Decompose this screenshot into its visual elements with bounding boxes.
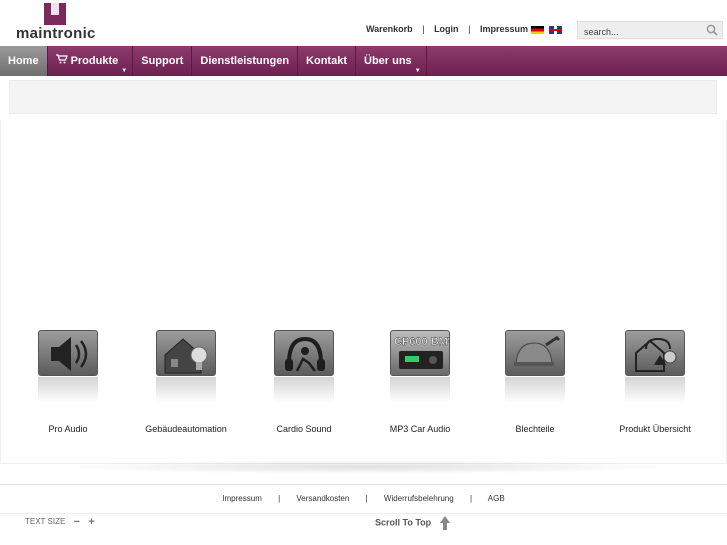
nav-products-label: Produkte	[70, 55, 119, 67]
category-building-automation[interactable]: Gebäudeautomation	[136, 330, 236, 434]
separator: |	[278, 494, 281, 503]
category-label: Blechteile	[515, 424, 555, 434]
chevron-down-icon: ▼	[414, 68, 421, 74]
headphones-person-icon	[274, 330, 334, 376]
speaker-icon	[38, 330, 98, 376]
language-switcher	[531, 26, 563, 44]
tile-reflection	[156, 377, 216, 403]
category-product-overview[interactable]: Produkt Übersicht	[605, 330, 705, 434]
chevron-down-icon: ▼	[121, 68, 128, 74]
nav-home[interactable]: Home	[0, 46, 48, 76]
header: maintronic Warenkorb | Login | Impressum	[0, 0, 727, 46]
nav-support-label: Support	[141, 55, 184, 67]
separator: |	[468, 24, 471, 34]
car-radio-icon: CP600 BMW	[390, 330, 450, 376]
scroll-to-top-button[interactable]: Scroll To Top	[375, 516, 450, 530]
separator: |	[422, 24, 425, 34]
nav-services[interactable]: Dienstleistungen	[192, 46, 299, 76]
maintronic-logo[interactable]: maintronic	[16, 3, 96, 43]
tile-reflection	[390, 377, 450, 403]
nav-about[interactable]: Über uns ▼	[356, 46, 427, 76]
footer-terms-link[interactable]: AGB	[488, 494, 505, 503]
category-label: MP3 Car Audio	[389, 424, 451, 434]
nav-home-label: Home	[8, 55, 39, 67]
login-link[interactable]: Login	[434, 24, 459, 34]
house-bulb-icon	[156, 330, 216, 376]
footer-links: Impressum | Versandkosten | Widerrufsbel…	[0, 494, 727, 503]
decrease-text-size-button[interactable]: −	[74, 516, 80, 527]
footer-withdrawal-link[interactable]: Widerrufsbelehrung	[384, 494, 454, 503]
scroll-to-top-label: Scroll To Top	[375, 517, 432, 528]
separator: |	[469, 494, 473, 503]
nav-about-label: Über uns	[364, 55, 412, 67]
search-input[interactable]	[578, 24, 698, 40]
arrow-up-icon	[439, 516, 450, 530]
nav-services-label: Dienstleistungen	[200, 55, 290, 67]
footer-shipping-link[interactable]: Versandkosten	[296, 494, 349, 503]
nav-contact[interactable]: Kontakt	[298, 46, 356, 76]
category-cardio-sound[interactable]: Cardio Sound	[254, 330, 354, 434]
german-flag-icon[interactable]	[531, 26, 544, 34]
main-nav: Home Produkte ▼ Support Dienstleistungen…	[0, 46, 727, 76]
footer-bar: TEXT SIZE − + Scroll To Top	[0, 513, 727, 545]
text-size-label: TEXT SIZE	[25, 517, 66, 526]
helmet-wrench-icon	[505, 330, 565, 376]
uk-flag-icon[interactable]	[549, 26, 563, 34]
nav-contact-label: Kontakt	[306, 55, 347, 67]
cart-icon	[55, 46, 68, 76]
separator: |	[365, 494, 368, 503]
increase-text-size-button[interactable]: +	[88, 516, 94, 527]
category-label: Produkt Übersicht	[619, 424, 691, 434]
footer-imprint-link[interactable]: Impressum	[222, 494, 262, 503]
category-pro-audio[interactable]: Pro Audio	[18, 330, 118, 434]
cart-link[interactable]: Warenkorb	[366, 24, 413, 34]
tile-reflection	[274, 377, 334, 403]
tile-reflection	[625, 377, 685, 403]
search-box	[577, 21, 723, 40]
category-mp3-car-audio[interactable]: CP600 BMW MP3 Car Audio	[370, 330, 470, 434]
tile-reflection	[38, 377, 98, 403]
footer: Impressum | Versandkosten | Widerrufsbel…	[0, 484, 727, 545]
top-links: Warenkorb | Login | Impressum	[366, 24, 528, 34]
overview-icon	[625, 330, 685, 376]
tile-text: CP600 BMW	[394, 336, 450, 348]
content-shadow	[60, 460, 670, 474]
category-label: Pro Audio	[48, 424, 88, 434]
category-sheet-metal[interactable]: Blechteile	[485, 330, 585, 434]
search-icon[interactable]	[706, 24, 718, 36]
logo-text: maintronic	[16, 25, 96, 42]
logo-mark	[44, 3, 66, 25]
tile-reflection	[505, 377, 565, 403]
imprint-link[interactable]: Impressum	[480, 24, 528, 34]
nav-products[interactable]: Produkte ▼	[48, 46, 134, 76]
category-grid: Pro Audio Gebäudeautomation Cardio Sound…	[0, 318, 727, 468]
banner-area	[9, 80, 717, 114]
category-label: Cardio Sound	[276, 424, 332, 434]
nav-support[interactable]: Support	[133, 46, 193, 76]
category-label: Gebäudeautomation	[145, 424, 227, 434]
text-size-control: TEXT SIZE − +	[25, 516, 95, 527]
